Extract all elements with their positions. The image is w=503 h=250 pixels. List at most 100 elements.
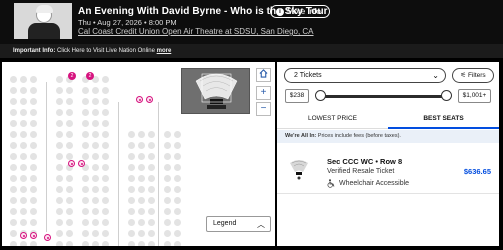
seat-dot	[10, 76, 17, 83]
venue-overview-map[interactable]	[181, 68, 250, 114]
seat-dot	[102, 241, 109, 246]
seat-dot	[10, 186, 17, 193]
seat-dot	[148, 197, 155, 204]
available-seat-marker[interactable]	[30, 232, 37, 239]
seat-dot	[82, 197, 89, 204]
seat-dot	[20, 142, 27, 149]
tab-best-seats[interactable]: BEST SEATS	[388, 109, 499, 129]
available-seat-marker[interactable]	[44, 234, 51, 241]
available-seat-marker[interactable]	[20, 232, 27, 239]
seat-dot	[138, 230, 145, 237]
seat-map[interactable]: 2 2 + − Legend ︿	[2, 62, 275, 246]
seat-dot	[102, 153, 109, 160]
important-info-link[interactable]: Click Here to Visit Live Nation Online	[57, 48, 155, 54]
seat-dot	[138, 219, 145, 226]
seat-dot	[20, 120, 27, 127]
seat-dot	[102, 76, 109, 83]
ticket-quantity-select[interactable]: 2 Tickets ⌄	[284, 68, 446, 83]
legend-toggle[interactable]: Legend ︿	[206, 216, 271, 232]
seat-dot	[164, 241, 171, 246]
seat-dot	[20, 164, 27, 171]
seat-dot	[10, 175, 17, 182]
more-info-button[interactable]: i More Info	[270, 5, 330, 18]
more-link[interactable]: more	[157, 48, 172, 54]
seat-dot	[148, 208, 155, 215]
seat-dot	[174, 230, 181, 237]
available-seat-marker[interactable]	[68, 160, 75, 167]
price-slider-min-handle[interactable]	[315, 90, 326, 101]
seat-dot	[92, 208, 99, 215]
available-seat-marker[interactable]	[146, 96, 153, 103]
seat-dot	[56, 164, 63, 171]
seat-dot	[66, 120, 73, 127]
seat-dot	[92, 142, 99, 149]
seat-dot	[10, 131, 17, 138]
seat-dot	[30, 241, 37, 246]
seat-dot	[82, 131, 89, 138]
seat-dot	[56, 197, 63, 204]
seat-dot	[102, 208, 109, 215]
home-view-button[interactable]	[256, 68, 271, 82]
seat-dot	[30, 186, 37, 193]
seat-dot	[10, 230, 17, 237]
seat-dot	[102, 142, 109, 149]
seat-dot	[82, 142, 89, 149]
seat-dot	[174, 186, 181, 193]
seat-dot	[56, 175, 63, 182]
filters-button[interactable]: ⚟ Filters	[452, 68, 494, 83]
seat-dot	[10, 197, 17, 204]
zoom-out-button[interactable]: −	[256, 102, 271, 116]
seat-dot	[10, 120, 17, 127]
seat-dot	[164, 197, 171, 204]
seat-dot	[128, 186, 135, 193]
max-price-field[interactable]: $1,001+	[458, 89, 491, 103]
seat-dot	[56, 142, 63, 149]
seat-dot	[164, 208, 171, 215]
seat-dot	[10, 109, 17, 116]
seat-dot	[56, 87, 63, 94]
listings-panel: 2 Tickets ⌄ ⚟ Filters $238 $1,001+ LOWES…	[277, 62, 499, 246]
seat-dot	[20, 208, 27, 215]
seat-dot	[138, 175, 145, 182]
price-slider-max-handle[interactable]	[441, 90, 452, 101]
seat-dot	[66, 175, 73, 182]
available-seat-marker[interactable]	[78, 160, 85, 167]
seat-dot	[20, 175, 27, 182]
chevron-down-icon: ⌄	[432, 71, 439, 80]
available-seats-pin[interactable]: 2	[86, 72, 94, 80]
seat-dot	[174, 241, 181, 246]
seat-dot	[56, 76, 63, 83]
event-header: An Evening With David Byrne - Who is the…	[0, 0, 503, 44]
min-price-field[interactable]: $238	[285, 89, 309, 103]
legend-label: Legend	[213, 220, 237, 227]
fees-notice: We're All In: Prices include fees (befor…	[277, 130, 499, 143]
seat-dot	[138, 197, 145, 204]
seat-dot	[82, 230, 89, 237]
seat-dot	[56, 208, 63, 215]
seat-dot	[20, 76, 27, 83]
seat-dot	[10, 164, 17, 171]
seat-dot	[30, 120, 37, 127]
listing-section-row: Sec CCC WC • Row 8	[327, 157, 403, 166]
seat-dot	[92, 131, 99, 138]
seat-dot	[82, 153, 89, 160]
seat-dot	[164, 153, 171, 160]
seat-dot	[56, 219, 63, 226]
seat-dot	[164, 142, 171, 149]
venue-link[interactable]: Cal Coast Credit Union Open Air Theatre …	[78, 27, 314, 36]
seat-dot	[30, 153, 37, 160]
seat-dot	[164, 219, 171, 226]
seat-dot	[66, 241, 73, 246]
tab-lowest-price[interactable]: LOWEST PRICE	[277, 109, 388, 129]
available-seat-marker[interactable]	[136, 96, 143, 103]
seat-dot	[92, 241, 99, 246]
seat-dot	[10, 142, 17, 149]
zoom-in-button[interactable]: +	[256, 86, 271, 100]
price-slider-track[interactable]	[320, 95, 446, 98]
more-info-label: More Info	[287, 7, 321, 16]
available-seats-pin[interactable]: 2	[68, 72, 76, 80]
seat-dot	[102, 87, 109, 94]
listing-item[interactable]: Sec CCC WC • Row 8 Verified Resale Ticke…	[277, 152, 499, 194]
seat-dot	[164, 230, 171, 237]
seat-dot	[20, 186, 27, 193]
